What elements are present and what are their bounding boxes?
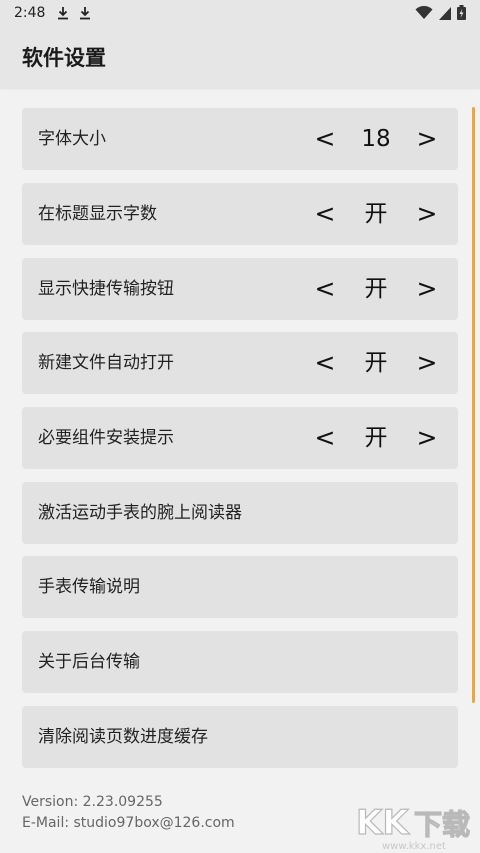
settings-list[interactable]: 字体大小 < 18 > 在标题显示字数 < 开 > 显示快捷传输按钮 < 开 >… [0, 88, 480, 772]
setting-label: 必要组件安装提示 [38, 428, 174, 448]
setting-label: 显示快捷传输按钮 [38, 279, 174, 299]
decrease-button[interactable]: < [310, 108, 340, 170]
setting-auto-open-new-file: 新建文件自动打开 < 开 > [22, 332, 458, 394]
next-option-button[interactable]: > [412, 183, 442, 245]
scrollbar[interactable] [472, 107, 475, 703]
svg-text:下载: 下载 [414, 808, 470, 841]
clear-progress-cache-button[interactable]: 清除阅读页数进度缓存 [22, 706, 458, 768]
setting-label: 字体大小 [38, 129, 106, 149]
signal-icon [439, 6, 451, 20]
svg-text:www.kkx.net: www.kkx.net [382, 841, 446, 852]
setting-label: 新建文件自动打开 [38, 353, 174, 373]
increase-button[interactable]: > [412, 108, 442, 170]
download-icon [80, 7, 91, 20]
next-option-button[interactable]: > [412, 258, 442, 320]
wifi-icon [415, 5, 433, 19]
setting-label: 关于后台传输 [38, 652, 140, 672]
setting-quick-transfer-button: 显示快捷传输按钮 < 开 > [22, 258, 458, 320]
activate-watch-reader-button[interactable]: 激活运动手表的腕上阅读器 [22, 482, 458, 544]
next-option-button[interactable]: > [412, 407, 442, 469]
version-text: Version: 2.23.09255 [22, 794, 163, 810]
setting-value: 开 [364, 425, 388, 451]
app-bar: 软件设置 [0, 26, 480, 88]
background-transfer-info-button[interactable]: 关于后台传输 [22, 631, 458, 693]
previous-option-button[interactable]: < [310, 258, 340, 320]
svg-text:KK: KK [356, 803, 410, 843]
battery-icon [457, 5, 466, 20]
setting-title-word-count: 在标题显示字数 < 开 > [22, 183, 458, 245]
status-time: 2:48 [14, 5, 46, 21]
setting-label: 在标题显示字数 [38, 204, 157, 224]
download-icon [58, 7, 69, 20]
setting-label: 清除阅读页数进度缓存 [38, 727, 208, 747]
setting-component-install-prompt: 必要组件安装提示 < 开 > [22, 407, 458, 469]
next-option-button[interactable]: > [412, 332, 442, 394]
kkx-watermark-logo: KK 下载 www.kkx.net [355, 802, 470, 852]
setting-value: 开 [364, 201, 388, 227]
setting-value: 18 [361, 126, 391, 152]
setting-label: 激活运动手表的腕上阅读器 [38, 503, 242, 523]
previous-option-button[interactable]: < [310, 407, 340, 469]
setting-label: 手表传输说明 [38, 577, 140, 597]
status-icons [415, 5, 466, 20]
setting-value: 开 [364, 276, 388, 302]
setting-value: 开 [364, 350, 388, 376]
email-text: E-Mail: studio97box@126.com [22, 815, 235, 831]
setting-font-size: 字体大小 < 18 > [22, 108, 458, 170]
previous-option-button[interactable]: < [310, 332, 340, 394]
status-bar: 2:48 [0, 0, 480, 26]
previous-option-button[interactable]: < [310, 183, 340, 245]
page-title: 软件设置 [22, 46, 106, 70]
watch-transfer-guide-button[interactable]: 手表传输说明 [22, 556, 458, 618]
footer: Version: 2.23.09255 E-Mail: studio97box@… [22, 792, 235, 834]
